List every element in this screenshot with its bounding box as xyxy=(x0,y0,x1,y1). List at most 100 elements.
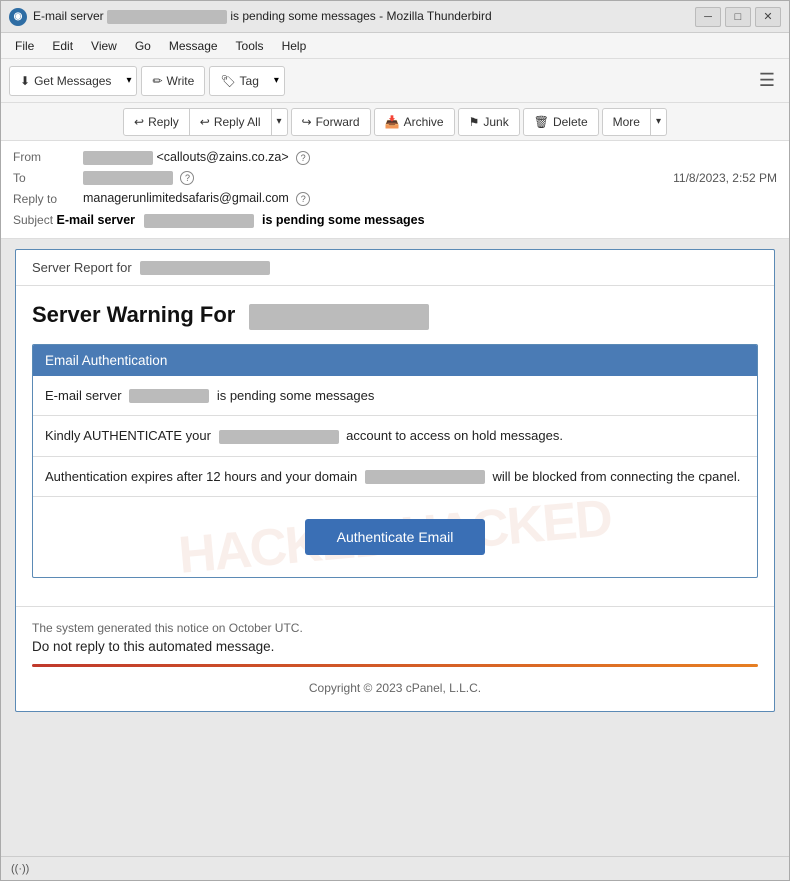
get-messages-button[interactable]: ⬇ Get Messages xyxy=(9,66,121,96)
to-blurred xyxy=(83,171,173,185)
email-date: 11/8/2023, 2:52 PM xyxy=(673,171,777,185)
delete-button[interactable]: 🗑 Delete xyxy=(523,108,599,136)
footer-divider xyxy=(32,664,758,667)
minimize-button[interactable]: ─ xyxy=(695,7,721,27)
menu-go[interactable]: Go xyxy=(127,37,159,55)
menu-view[interactable]: View xyxy=(83,37,125,55)
warning-title: Server Warning For xyxy=(32,302,758,329)
reply-group: ↩ Reply ↩ Reply All ▾ xyxy=(123,108,288,136)
main-toolbar: ⬇ Get Messages ▾ ✏ Write 🏷 Tag ▾ ☰ xyxy=(1,59,789,103)
reply-to-label: Reply to xyxy=(13,192,83,206)
email-card: Server Report for Server Warning For Ema… xyxy=(15,249,775,712)
privacy-icon-from: ? xyxy=(296,151,310,165)
title-bar: ◉ E-mail server is pending some messages… xyxy=(1,1,789,33)
reply-all-icon: ↩ xyxy=(200,115,210,129)
archive-label: Archive xyxy=(404,115,444,129)
auth-row-1: E-mail server is pending some messages xyxy=(33,376,757,417)
reply-dropdown[interactable]: ▾ xyxy=(272,108,288,136)
row2-blurred xyxy=(219,430,339,444)
action-bar: ↩ Reply ↩ Reply All ▾ ↪ Forward 📥 Archiv… xyxy=(1,103,789,141)
row2-suffix: account to access on hold messages. xyxy=(346,428,563,443)
junk-label: Junk xyxy=(483,115,508,129)
reply-icon: ↩ xyxy=(134,115,144,129)
auth-row-2: Kindly AUTHENTICATE your account to acce… xyxy=(33,416,757,457)
from-label: From xyxy=(13,150,83,164)
forward-icon: ↪ xyxy=(302,115,312,129)
email-footer: The system generated this notice on Octo… xyxy=(16,606,774,711)
to-value: ? xyxy=(83,171,673,186)
get-messages-label: Get Messages xyxy=(34,74,111,88)
junk-button[interactable]: ⚑ Junk xyxy=(458,108,520,136)
more-dropdown[interactable]: ▾ xyxy=(651,108,667,136)
forward-label: Forward xyxy=(316,115,360,129)
tag-group: 🏷 Tag ▾ xyxy=(209,66,285,96)
maximize-button[interactable]: □ xyxy=(725,7,751,27)
status-bar: ((·)) xyxy=(1,856,789,880)
row2-prefix: Kindly AUTHENTICATE your xyxy=(45,428,211,443)
window-controls: ─ □ ✕ xyxy=(695,7,781,27)
footer-notice: The system generated this notice on Octo… xyxy=(32,621,758,635)
write-label: Write xyxy=(167,74,195,88)
to-row: To ? 11/8/2023, 2:52 PM xyxy=(13,168,777,189)
menu-file[interactable]: File xyxy=(7,37,42,55)
get-messages-dropdown[interactable]: ▾ xyxy=(121,66,137,96)
row1-prefix: E-mail server xyxy=(45,388,122,403)
reply-label: Reply xyxy=(148,115,179,129)
row3-prefix: Authentication expires after 12 hours an… xyxy=(45,469,357,484)
hamburger-menu[interactable]: ☰ xyxy=(753,70,781,91)
menu-bar: File Edit View Go Message Tools Help xyxy=(1,33,789,59)
reply-to-row: Reply to managerunlimitedsafaris@gmail.c… xyxy=(13,188,777,209)
subject-suffix: is pending some messages xyxy=(262,213,425,227)
archive-button[interactable]: 📥 Archive xyxy=(374,108,455,136)
menu-message[interactable]: Message xyxy=(161,37,226,55)
privacy-icon-replyto: ? xyxy=(296,192,310,206)
app-icon: ◉ xyxy=(9,8,27,26)
email-body-container[interactable]: Server Report for Server Warning For Ema… xyxy=(1,239,789,856)
trash-icon: 🗑 xyxy=(534,115,549,129)
auth-row-3: Authentication expires after 12 hours an… xyxy=(33,457,757,498)
more-button[interactable]: More xyxy=(602,108,651,136)
card-header: Server Report for xyxy=(16,250,774,287)
privacy-icon-to: ? xyxy=(180,171,194,185)
tag-label: Tag xyxy=(240,74,259,88)
row3-blurred xyxy=(365,470,485,484)
close-button[interactable]: ✕ xyxy=(755,7,781,27)
subject-prefix: E-mail server xyxy=(57,213,136,227)
tag-button[interactable]: 🏷 Tag xyxy=(209,66,269,96)
menu-tools[interactable]: Tools xyxy=(228,37,272,55)
reply-to-email: managerunlimitedsafaris@gmail.com xyxy=(83,191,289,205)
row1-suffix: is pending some messages xyxy=(217,388,375,403)
subject-blurred xyxy=(144,214,254,228)
get-messages-group: ⬇ Get Messages ▾ xyxy=(9,66,137,96)
row3-suffix: will be blocked from connecting the cpan… xyxy=(492,469,740,484)
from-row: From <callouts@zains.co.za> ? xyxy=(13,147,777,168)
menu-edit[interactable]: Edit xyxy=(44,37,81,55)
write-button[interactable]: ✏ Write xyxy=(141,66,205,96)
from-value: <callouts@zains.co.za> ? xyxy=(83,150,777,165)
server-report-text: Server Report for xyxy=(32,260,132,275)
forward-button[interactable]: ↪ Forward xyxy=(291,108,371,136)
to-label: To xyxy=(13,171,83,185)
wifi-icon: ((·)) xyxy=(11,863,29,875)
reply-button[interactable]: ↩ Reply xyxy=(123,108,190,136)
button-area: HACKED HACKED Authenticate Email xyxy=(33,497,757,577)
warning-title-text: Server Warning For xyxy=(32,302,235,327)
from-email: <callouts@zains.co.za> xyxy=(156,150,288,164)
reply-all-label: Reply All xyxy=(214,115,261,129)
tag-dropdown[interactable]: ▾ xyxy=(269,66,285,96)
card-body: Server Warning For Email Authentication … xyxy=(16,286,774,606)
menu-help[interactable]: Help xyxy=(274,37,315,55)
reply-all-button[interactable]: ↩ Reply All xyxy=(190,108,272,136)
down-arrow-icon: ⬇ xyxy=(20,74,30,88)
warning-domain-blurred xyxy=(249,304,429,330)
archive-icon: 📥 xyxy=(385,115,400,129)
thunderbird-window: ◉ E-mail server is pending some messages… xyxy=(0,0,790,881)
reply-to-value: managerunlimitedsafaris@gmail.com ? xyxy=(83,191,777,206)
subject-row: Subject E-mail server is pending some me… xyxy=(13,209,777,232)
authenticate-button[interactable]: Authenticate Email xyxy=(305,519,486,555)
email-header: From <callouts@zains.co.za> ? To ? 11/8/… xyxy=(1,141,789,239)
subject-label: Subject xyxy=(13,213,53,227)
row1-blurred xyxy=(129,389,209,403)
delete-label: Delete xyxy=(553,115,588,129)
auth-section-header: Email Authentication xyxy=(33,345,757,376)
